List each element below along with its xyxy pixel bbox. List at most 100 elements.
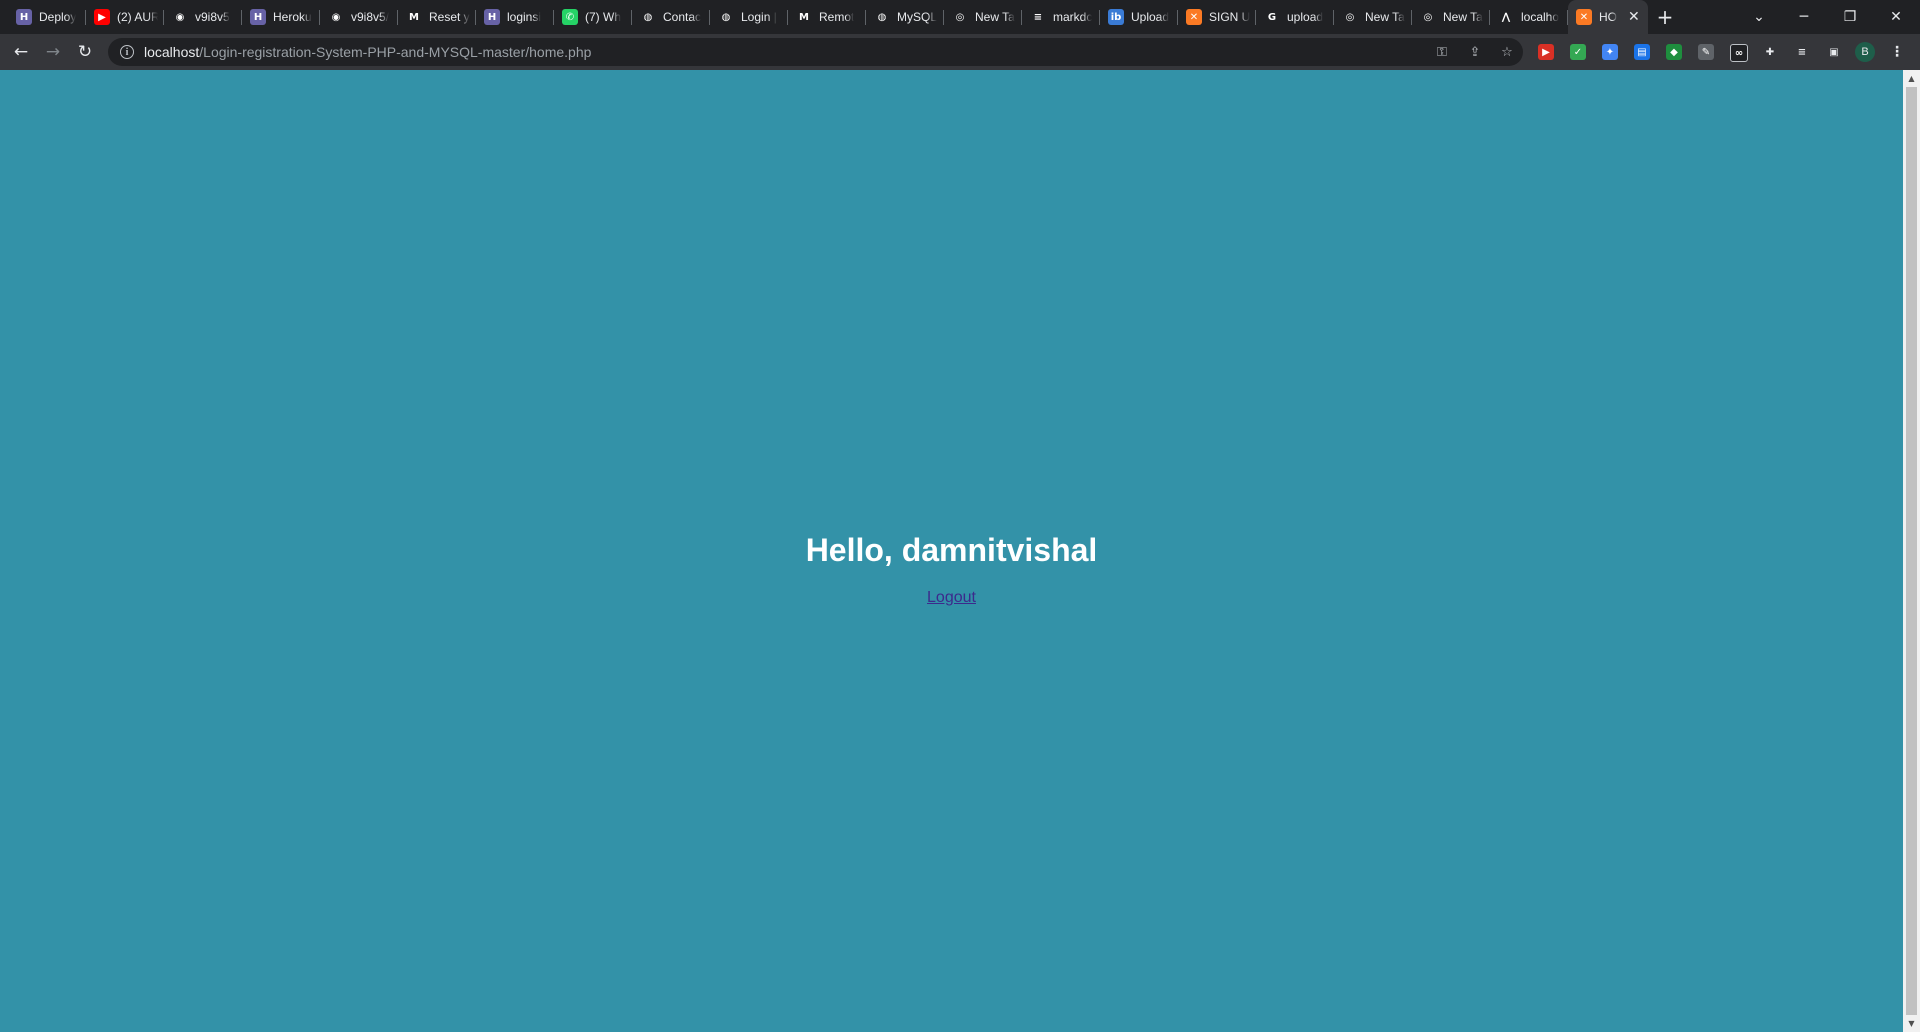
xampp-icon: ✕ — [1186, 9, 1202, 25]
shield-icon[interactable]: ✓ — [1570, 44, 1586, 60]
extension-reader-icon[interactable]: ∞ — [1730, 44, 1748, 62]
tab[interactable]: ◉ v9i8v5/ — [320, 0, 398, 34]
tab[interactable]: Hloginsi — [476, 0, 554, 34]
tab-title: Upload — [1131, 10, 1170, 24]
tab-title: New Ta — [975, 10, 1015, 24]
tab[interactable]: ▶ (2) AUR — [86, 0, 164, 34]
tab[interactable]: ◍ Contac — [632, 0, 710, 34]
scroll-down-icon[interactable]: ▼ — [1903, 1015, 1920, 1032]
tab[interactable]: ◎ New Ta — [1412, 0, 1490, 34]
close-icon[interactable]: ✕ — [1628, 9, 1642, 25]
tab-title: loginsi — [507, 10, 542, 24]
new-tab-button[interactable]: + — [1648, 0, 1682, 34]
tab[interactable]: M Reset y — [398, 0, 476, 34]
tab[interactable]: ◍ Login | — [710, 0, 788, 34]
github-icon: ◉ — [328, 9, 344, 25]
logout-container: Logout — [0, 588, 1903, 608]
globe-icon: ◍ — [874, 9, 890, 25]
tab-title: HO — [1599, 10, 1617, 24]
extension-red-icon[interactable]: ▶ — [1538, 44, 1554, 60]
tab-active[interactable]: ✕ HO ✕ — [1568, 0, 1648, 34]
extension-blue-icon[interactable]: ✦ — [1602, 44, 1618, 60]
tab[interactable]: ib Upload — [1100, 0, 1178, 34]
back-button[interactable]: ← — [7, 38, 35, 66]
tab-title: v9i8v5/ — [351, 10, 390, 24]
google-icon: G — [1264, 9, 1280, 25]
tab[interactable]: ◎ New Ta — [1334, 0, 1412, 34]
greeting-heading: Hello, damnitvishal — [805, 532, 1098, 568]
scrollbar-thumb[interactable] — [1906, 87, 1917, 1015]
chevron-down-icon: ⌄ — [1753, 9, 1765, 25]
menu-icon[interactable]: ⋮ — [1889, 44, 1905, 60]
tab-title: New Ta — [1365, 10, 1405, 24]
url-path: /Login-registration-System-PHP-and-MYSQL… — [199, 44, 592, 60]
extension-translate-icon[interactable]: ▤ — [1634, 44, 1650, 60]
minimize-icon: ─ — [1799, 9, 1809, 25]
tab[interactable]: H Deploy — [8, 0, 86, 34]
address-bar[interactable]: i localhost/Login-registration-System-PH… — [108, 38, 1523, 66]
heroku-icon: H — [16, 9, 32, 25]
phpmyadmin-icon: ⋀ — [1498, 9, 1514, 25]
site-info-icon[interactable]: i — [120, 45, 134, 59]
heroku-icon: H — [250, 9, 266, 25]
tab-title: Deploy — [39, 10, 77, 24]
tab-title: (2) AUR — [117, 10, 158, 24]
gmail-icon: M — [796, 9, 812, 25]
tab-title: Login | — [741, 10, 777, 24]
scroll-up-icon[interactable]: ▲ — [1903, 70, 1920, 87]
share-icon[interactable]: ⇪ — [1467, 44, 1483, 60]
tab[interactable]: ⋀ localho — [1490, 0, 1568, 34]
tab[interactable]: ✕ SIGN U — [1178, 0, 1256, 34]
vertical-scrollbar[interactable]: ▲ ▼ — [1903, 70, 1920, 1032]
tab[interactable]: ◉ v9i8v5 — [164, 0, 242, 34]
key-icon[interactable]: ⚿ — [1434, 44, 1450, 60]
url-text[interactable]: localhost/Login-registration-System-PHP-… — [144, 44, 591, 60]
forward-button[interactable]: → — [39, 38, 67, 66]
minimize-button[interactable]: ─ — [1781, 0, 1827, 34]
restore-button[interactable]: ❐ — [1827, 0, 1873, 34]
tab[interactable]: ≡ markdc — [1022, 0, 1100, 34]
github-icon: ◉ — [172, 9, 188, 25]
tab[interactable]: H Heroku — [242, 0, 320, 34]
browser-toolbar: ← → ↻ i localhost/Login-registration-Sys… — [0, 34, 1920, 70]
tab[interactable]: ✆ (7) Wh — [554, 0, 632, 34]
logout-link[interactable]: Logout — [927, 589, 976, 606]
puzzle-icon[interactable]: ✚ — [1762, 44, 1778, 60]
chrome-icon: ◎ — [1342, 9, 1358, 25]
reload-icon: ↻ — [77, 42, 93, 62]
tab-title: Contac — [663, 10, 702, 24]
arrow-left-icon: ← — [13, 42, 29, 62]
extension-grammar-icon[interactable]: ✎ — [1698, 44, 1714, 60]
extension-green-icon[interactable]: ◆ — [1666, 44, 1682, 60]
tab-title: Heroku — [273, 10, 312, 24]
plus-icon: + — [1656, 5, 1674, 29]
reading-list-icon[interactable]: ≡ — [1794, 44, 1810, 60]
tab[interactable]: Gupload — [1256, 0, 1334, 34]
tab[interactable]: ◍ MySQL — [866, 0, 944, 34]
globe-icon: ◍ — [640, 9, 656, 25]
reload-button[interactable]: ↻ — [71, 38, 99, 66]
tab-strip: H Deploy ▶ (2) AUR ◉ v9i8v5 H Heroku ◉ v9i8v5/M Re… — [0, 0, 1920, 34]
tab-title: SIGN U — [1209, 10, 1250, 24]
chrome-icon: ◎ — [1420, 9, 1436, 25]
close-window-button[interactable]: ✕ — [1873, 0, 1919, 34]
tab-search-button[interactable]: ⌄ — [1736, 0, 1782, 34]
star-icon[interactable]: ☆ — [1499, 44, 1515, 60]
tab[interactable]: ◎ New Ta — [944, 0, 1022, 34]
globe-icon: ◍ — [718, 9, 734, 25]
profile-avatar[interactable]: B — [1855, 42, 1875, 62]
tab-list: H Deploy ▶ (2) AUR ◉ v9i8v5 H Heroku ◉ v9i8v5/M Re… — [8, 0, 1682, 34]
tab[interactable]: M Remot — [788, 0, 866, 34]
close-icon: ✕ — [1890, 9, 1902, 25]
url-host: localhost — [144, 44, 200, 60]
gmail-icon: M — [406, 9, 422, 25]
tab-title: v9i8v5 — [195, 10, 230, 24]
tab-title: localho — [1521, 10, 1560, 24]
chrome-icon: ◎ — [952, 9, 968, 25]
restore-icon: ❐ — [1843, 9, 1857, 25]
side-panel-icon[interactable]: ▣ — [1826, 44, 1842, 60]
page-content: Hello, damnitvishal Logout — [0, 70, 1903, 1032]
xampp-icon: ✕ — [1576, 9, 1592, 25]
tab-title: markdc — [1053, 10, 1093, 24]
youtube-icon: ▶ — [94, 9, 110, 25]
